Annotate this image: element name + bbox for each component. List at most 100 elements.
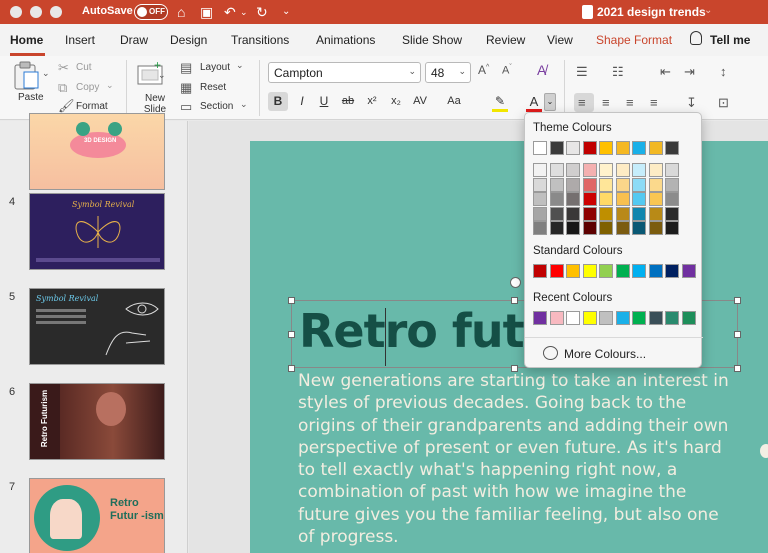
slide-thumbnail-6[interactable]: Retro Futurism [29, 383, 165, 460]
section-label[interactable]: Section [200, 101, 233, 112]
theme-shade-swatch[interactable] [632, 163, 646, 177]
tab-insert[interactable]: Insert [65, 33, 95, 47]
theme-shade-swatch[interactable] [533, 163, 547, 177]
tell-me-search[interactable]: Tell me [710, 33, 750, 47]
tab-home[interactable]: Home [10, 33, 43, 47]
copy-dropdown-icon[interactable]: ⌄ [106, 80, 114, 91]
theme-colour-swatch[interactable] [582, 141, 597, 155]
underline-button[interactable]: U [314, 92, 334, 111]
theme-colour-swatch[interactable] [615, 141, 630, 155]
theme-shade-swatch[interactable] [599, 192, 613, 206]
theme-shade-swatch[interactable] [599, 177, 613, 192]
recent-colour-swatch[interactable] [566, 311, 580, 325]
theme-shade-swatch[interactable] [615, 221, 630, 235]
new-slide-label[interactable]: New Slide [141, 93, 169, 115]
justify-icon[interactable]: ≡ [650, 95, 658, 110]
theme-shade-swatch[interactable] [632, 206, 646, 221]
italic-button[interactable]: I [292, 92, 312, 111]
undo-dropdown-icon[interactable]: ⌄ [240, 3, 248, 21]
theme-shade-swatch[interactable] [665, 206, 679, 221]
theme-shade-swatch[interactable] [549, 192, 564, 206]
theme-shade-swatch[interactable] [665, 192, 679, 206]
strikethrough-button[interactable]: ab [338, 92, 358, 111]
theme-shade-swatch[interactable] [632, 192, 646, 206]
standard-colour-swatch[interactable] [648, 264, 663, 278]
theme-shade-swatch[interactable] [549, 163, 564, 177]
decrease-font-size-icon[interactable]: Aˇ [502, 64, 512, 77]
theme-shade-swatch[interactable] [648, 192, 663, 206]
theme-shade-swatch[interactable] [566, 163, 580, 177]
subscript-button[interactable]: x₂ [386, 92, 406, 111]
resize-handle[interactable] [288, 365, 295, 372]
section-icon[interactable]: ▭ [180, 99, 192, 115]
theme-shade-swatch[interactable] [615, 163, 630, 177]
recent-colour-swatch[interactable] [681, 311, 696, 325]
theme-shade-swatch[interactable] [615, 192, 630, 206]
tab-draw[interactable]: Draw [120, 33, 148, 47]
resize-handle[interactable] [734, 297, 741, 304]
theme-shade-swatch[interactable] [566, 192, 580, 206]
redo-icon[interactable]: ↻ [256, 3, 268, 21]
recent-colour-swatch[interactable] [648, 311, 663, 325]
recent-colour-swatch[interactable] [582, 311, 597, 325]
format-painter-label[interactable]: Format [76, 101, 108, 112]
bold-button[interactable]: B [268, 92, 288, 111]
tab-design[interactable]: Design [170, 33, 207, 47]
cut-label[interactable]: Cut [76, 62, 92, 73]
standard-colour-swatch[interactable] [566, 264, 580, 278]
home-icon[interactable]: ⌂ [177, 3, 185, 21]
standard-colour-swatch[interactable] [599, 264, 613, 278]
recent-colour-swatch[interactable] [615, 311, 630, 325]
theme-shade-swatch[interactable] [582, 177, 597, 192]
theme-shade-swatch[interactable] [665, 221, 679, 235]
tab-slide-show[interactable]: Slide Show [402, 33, 462, 47]
change-case-button[interactable]: Aa [444, 92, 464, 111]
theme-shade-swatch[interactable] [648, 206, 663, 221]
resize-handle[interactable] [288, 297, 295, 304]
numbering-icon[interactable]: ☷ [612, 64, 624, 80]
theme-colour-swatch[interactable] [648, 141, 663, 155]
tab-shape-format[interactable]: Shape Format [596, 33, 672, 47]
theme-shade-swatch[interactable] [582, 163, 597, 177]
theme-shade-swatch[interactable] [599, 221, 613, 235]
recent-colour-swatch[interactable] [665, 311, 679, 325]
theme-shade-swatch[interactable] [533, 177, 547, 192]
customize-toolbar-icon[interactable]: ⌄ [282, 3, 290, 21]
font-size-select[interactable]: 48 ⌄ [425, 62, 471, 83]
resize-handle[interactable] [734, 331, 741, 338]
resize-handle[interactable] [511, 297, 518, 304]
superscript-button[interactable]: x² [362, 92, 382, 111]
save-icon[interactable]: ▣ [200, 3, 213, 21]
standard-colour-swatch[interactable] [665, 264, 679, 278]
theme-shade-swatch[interactable] [648, 221, 663, 235]
tab-transitions[interactable]: Transitions [231, 33, 289, 47]
reset-label[interactable]: Reset [200, 82, 226, 93]
paste-label[interactable]: Paste [18, 92, 44, 103]
cut-icon[interactable]: ✂ [58, 60, 69, 76]
standard-colour-swatch[interactable] [632, 264, 646, 278]
font-color-dropdown-button[interactable]: ⌄ [544, 93, 556, 111]
standard-colour-swatch[interactable] [549, 264, 564, 278]
theme-shade-swatch[interactable] [632, 221, 646, 235]
theme-colour-swatch[interactable] [632, 141, 646, 155]
theme-shade-swatch[interactable] [632, 177, 646, 192]
maximize-window-button[interactable] [50, 6, 62, 18]
rotate-handle-icon[interactable] [510, 277, 521, 288]
standard-colour-swatch[interactable] [615, 264, 630, 278]
theme-shade-swatch[interactable] [533, 192, 547, 206]
minimize-window-button[interactable] [30, 6, 42, 18]
more-colours-button[interactable]: More Colours... [525, 337, 703, 369]
theme-shade-swatch[interactable] [582, 221, 597, 235]
theme-colour-swatch[interactable] [599, 141, 613, 155]
slide-thumbnail-5[interactable]: Symbol Revival [29, 288, 165, 365]
theme-shade-swatch[interactable] [582, 206, 597, 221]
standard-colour-swatch[interactable] [681, 264, 696, 278]
slide-thumbnail-3[interactable]: 3D DESIGN [29, 113, 165, 190]
copy-label[interactable]: Copy [76, 82, 99, 93]
theme-shade-swatch[interactable] [533, 221, 547, 235]
character-spacing-button[interactable]: AV [410, 92, 430, 111]
autosave-toggle[interactable]: OFF [134, 4, 168, 20]
align-right-icon[interactable]: ≡ [626, 95, 634, 110]
font-name-select[interactable]: Campton ⌄ [268, 62, 421, 83]
new-slide-dropdown-icon[interactable]: ⌄ [158, 70, 166, 81]
